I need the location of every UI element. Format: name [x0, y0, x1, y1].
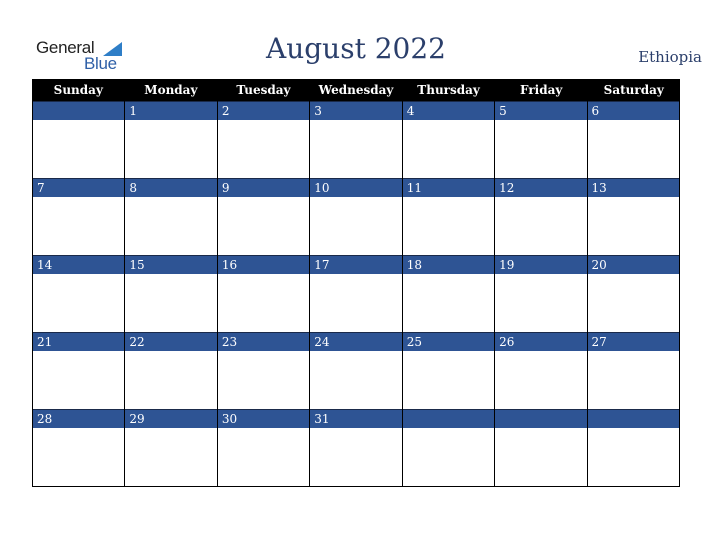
day-cell[interactable]: 21: [32, 332, 125, 409]
day-cell[interactable]: [32, 101, 125, 178]
day-number: [402, 409, 495, 428]
day-number: 11: [402, 178, 495, 197]
weekday-monday: Monday: [144, 83, 198, 97]
day-number: 14: [33, 255, 125, 274]
day-cell[interactable]: 8: [124, 178, 217, 255]
day-cell[interactable]: 7: [32, 178, 125, 255]
weekday-thursday: Thursday: [417, 83, 480, 97]
day-cell[interactable]: 19: [494, 255, 587, 332]
day-number: 19: [495, 255, 587, 274]
weekday-friday: Friday: [520, 83, 563, 97]
day-cell[interactable]: 10: [309, 178, 402, 255]
day-number: 27: [587, 332, 679, 351]
day-cell[interactable]: [586, 409, 680, 486]
day-number: 23: [217, 332, 310, 351]
day-cell[interactable]: 14: [32, 255, 125, 332]
day-cell[interactable]: 27: [586, 332, 680, 409]
day-number: 18: [402, 255, 495, 274]
day-number: 17: [310, 255, 402, 274]
day-cell[interactable]: 4: [401, 101, 495, 178]
day-number: 12: [495, 178, 587, 197]
day-number: 22: [125, 332, 217, 351]
day-cell[interactable]: 15: [124, 255, 217, 332]
day-cell[interactable]: 29: [124, 409, 217, 486]
day-cell[interactable]: 9: [216, 178, 310, 255]
day-cell[interactable]: 11: [401, 178, 495, 255]
day-number: 29: [125, 409, 217, 428]
day-number: [587, 409, 679, 428]
calendar-grid: Sunday Monday Tuesday Wednesday Thursday Frid…: [32, 79, 680, 487]
day-number: 20: [587, 255, 679, 274]
day-number: 13: [587, 178, 679, 197]
weekday-header-row: Sunday Monday Tuesday Wednesday Thursday Frid…: [32, 79, 680, 101]
day-cell[interactable]: 25: [401, 332, 495, 409]
week-row: 123456: [32, 101, 680, 178]
day-number: 15: [125, 255, 217, 274]
week-row: 28 29 30 31: [32, 409, 680, 486]
day-cell[interactable]: 18: [401, 255, 495, 332]
day-cell[interactable]: 1: [124, 101, 217, 178]
day-number: 25: [402, 332, 495, 351]
day-number: 5: [495, 101, 587, 120]
day-cell[interactable]: 23: [216, 332, 310, 409]
day-cell[interactable]: [494, 409, 587, 486]
day-cell[interactable]: 13: [586, 178, 680, 255]
week-row: 7 8 9 10 11 12 13: [32, 178, 680, 255]
day-cell[interactable]: 3: [309, 101, 402, 178]
day-cell[interactable]: 17: [309, 255, 402, 332]
day-number: 26: [495, 332, 587, 351]
day-cell[interactable]: 2: [216, 101, 310, 178]
day-number: 3: [310, 101, 402, 120]
weekday-sunday: Sunday: [53, 83, 103, 97]
day-number: 28: [33, 409, 125, 428]
day-cell[interactable]: 6: [586, 101, 680, 178]
day-number: 8: [125, 178, 217, 197]
week-row: 21 22 23 24 25 26 27: [32, 332, 680, 409]
day-cell[interactable]: 24: [309, 332, 402, 409]
day-number: 1: [125, 101, 217, 120]
week-row: 14 15 16 17 18 19 20: [32, 255, 680, 332]
day-number: 31: [310, 409, 402, 428]
day-cell[interactable]: 5: [494, 101, 587, 178]
day-number: 16: [217, 255, 310, 274]
day-cell[interactable]: 31: [309, 409, 402, 486]
day-cell[interactable]: 16: [216, 255, 310, 332]
day-number: [33, 101, 125, 120]
calendar-title: August 2022: [266, 32, 446, 65]
day-number: 2: [217, 101, 310, 120]
weekday-wednesday: Wednesday: [318, 83, 394, 97]
day-number: 21: [33, 332, 125, 351]
day-cell[interactable]: 12: [494, 178, 587, 255]
day-number: 4: [402, 101, 495, 120]
day-cell[interactable]: 22: [124, 332, 217, 409]
day-number: 30: [217, 409, 310, 428]
day-cell[interactable]: 20: [586, 255, 680, 332]
country-label: Ethiopia: [638, 48, 702, 66]
day-number: 10: [310, 178, 402, 197]
day-cell[interactable]: 30: [216, 409, 310, 486]
day-cell[interactable]: [401, 409, 495, 486]
day-number: 24: [310, 332, 402, 351]
day-number: 7: [33, 178, 125, 197]
weekday-saturday: Saturday: [603, 83, 664, 97]
day-cell[interactable]: 26: [494, 332, 587, 409]
day-number: 9: [217, 178, 310, 197]
day-cell[interactable]: 28: [32, 409, 125, 486]
day-number: 6: [587, 101, 679, 120]
weekday-tuesday: Tuesday: [236, 83, 291, 97]
day-number: [495, 409, 587, 428]
